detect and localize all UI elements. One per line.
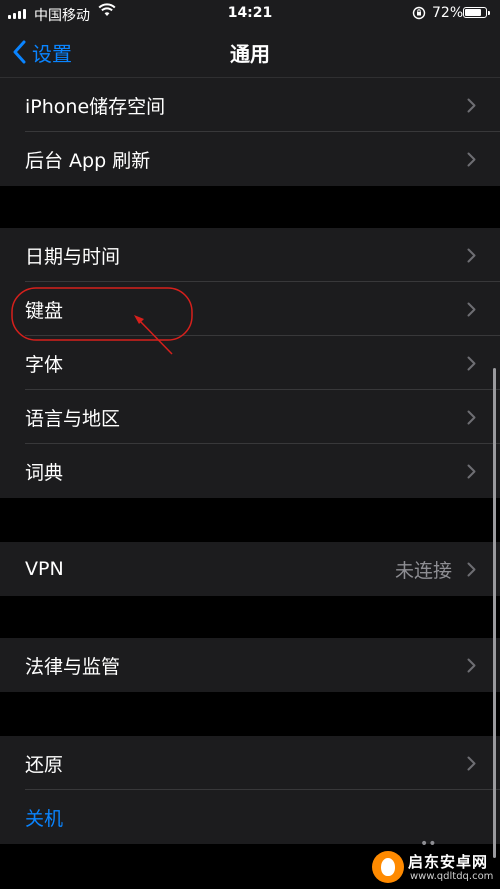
chevron-right-icon bbox=[467, 756, 476, 771]
row-dictionary[interactable]: 词典 bbox=[0, 444, 500, 498]
row-language-region[interactable]: 语言与地区 bbox=[0, 390, 500, 444]
chevron-right-icon bbox=[467, 248, 476, 263]
row-label: VPN bbox=[25, 558, 64, 580]
status-bar: 中国移动 14:21 72% bbox=[0, 0, 500, 28]
chevron-right-icon bbox=[467, 464, 476, 479]
row-keyboard[interactable]: 键盘 bbox=[0, 282, 500, 336]
chevron-right-icon bbox=[467, 562, 476, 577]
page-title: 通用 bbox=[230, 42, 270, 66]
watermark-url: www.qdltdq.com bbox=[410, 871, 494, 882]
scroll-indicator[interactable] bbox=[493, 368, 496, 858]
row-background-app-refresh[interactable]: 后台 App 刷新 bbox=[0, 132, 500, 186]
settings-group-reset: 还原 关机 bbox=[0, 736, 500, 844]
settings-group-legal: 法律与监管 bbox=[0, 638, 500, 692]
chevron-right-icon bbox=[467, 356, 476, 371]
chevron-right-icon bbox=[467, 152, 476, 167]
row-label: 键盘 bbox=[25, 299, 64, 322]
row-label: 语言与地区 bbox=[25, 407, 121, 430]
watermark-name: 启东安卓网 bbox=[408, 853, 489, 871]
settings-group-vpn: VPN 未连接 bbox=[0, 542, 500, 596]
row-reset[interactable]: 还原 bbox=[0, 736, 500, 790]
row-label: 字体 bbox=[25, 353, 64, 376]
row-label: 后台 App 刷新 bbox=[25, 149, 151, 172]
battery-percent: 72% bbox=[432, 5, 464, 21]
row-legal-regulatory[interactable]: 法律与监管 bbox=[0, 638, 500, 692]
row-label: 还原 bbox=[25, 753, 64, 776]
row-label: 日期与时间 bbox=[25, 245, 121, 268]
rotation-lock-icon bbox=[412, 6, 426, 24]
battery-icon bbox=[463, 7, 490, 18]
row-date-time[interactable]: 日期与时间 bbox=[0, 228, 500, 282]
row-fonts[interactable]: 字体 bbox=[0, 336, 500, 390]
watermark-logo-icon bbox=[372, 851, 404, 883]
chevron-right-icon bbox=[467, 302, 476, 317]
settings-group-input: 日期与时间 键盘 字体 语言与地区 词典 bbox=[0, 228, 500, 498]
row-label: 词典 bbox=[25, 461, 64, 484]
shut-down-label: 关机 bbox=[25, 807, 64, 830]
chevron-right-icon bbox=[467, 658, 476, 673]
row-label: iPhone储存空间 bbox=[25, 95, 166, 118]
chevron-right-icon bbox=[467, 410, 476, 425]
row-vpn[interactable]: VPN 未连接 bbox=[0, 542, 500, 596]
row-iphone-storage[interactable]: iPhone储存空间 bbox=[0, 78, 500, 132]
settings-group-storage: iPhone储存空间 后台 App 刷新 bbox=[0, 78, 500, 186]
watermark: 启东安卓网 www.qdltdq.com bbox=[360, 846, 500, 889]
chevron-right-icon bbox=[467, 98, 476, 113]
row-label: 法律与监管 bbox=[25, 655, 121, 678]
vpn-status: 未连接 bbox=[394, 559, 452, 582]
nav-bar: 设置 通用 bbox=[0, 28, 500, 78]
